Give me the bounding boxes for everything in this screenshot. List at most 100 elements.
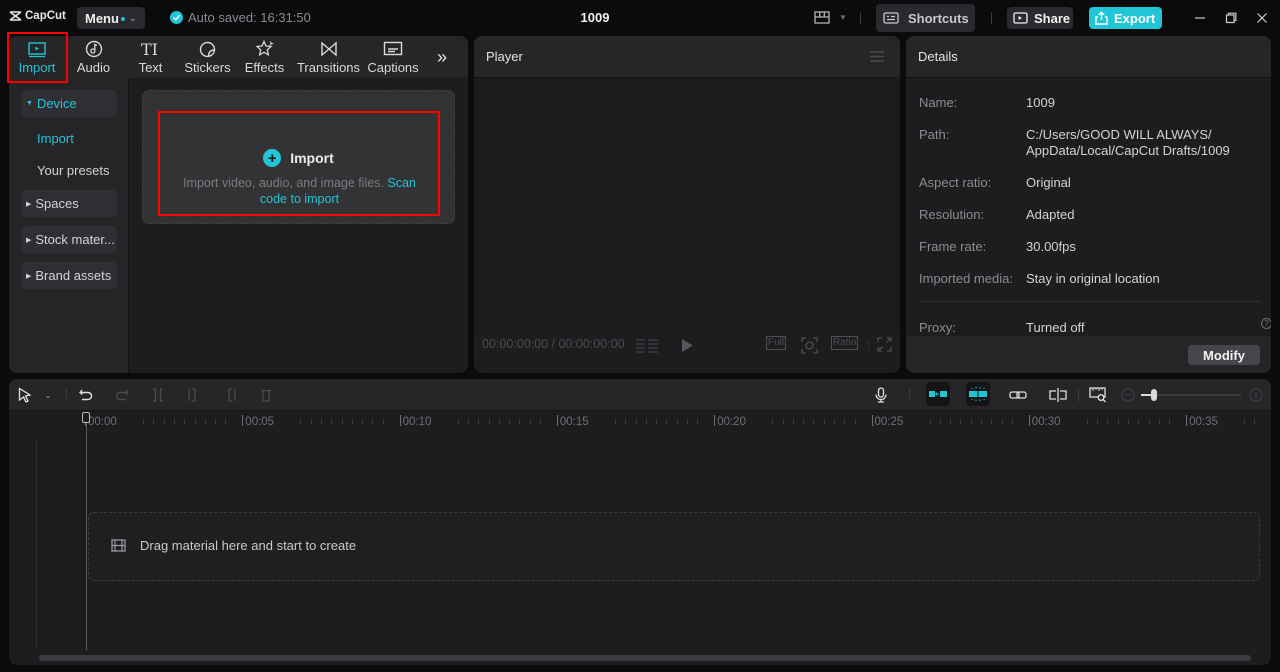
tab-import[interactable]: Import <box>9 36 65 78</box>
timeline-zoom-fit-icon <box>1089 387 1106 403</box>
export-button[interactable]: Export <box>1089 7 1162 29</box>
detail-label: Aspect ratio: <box>919 175 992 190</box>
tab-label: Audio <box>76 60 111 75</box>
redo-button[interactable] <box>113 386 131 404</box>
ruler-minor-tick <box>163 419 165 424</box>
fullscreen-icon[interactable] <box>877 337 892 352</box>
menu-button[interactable]: Menu ⌄ <box>77 7 145 29</box>
more-tabs-button[interactable]: » <box>422 36 462 78</box>
hamburger-menu-icon[interactable] <box>870 51 884 62</box>
layout-button[interactable]: ▼ <box>814 11 847 24</box>
share-button[interactable]: Share <box>1007 7 1073 29</box>
close-button[interactable] <box>1253 9 1271 27</box>
subnav-spaces[interactable]: ▶ Spaces <box>21 190 117 217</box>
delete-left-button[interactable] <box>185 386 203 404</box>
ruler-minor-tick <box>782 419 784 424</box>
share-video-icon <box>1013 11 1028 24</box>
ruler-tick-label: 00:25 <box>872 415 904 428</box>
subnav-item-import[interactable]: Import <box>37 131 74 146</box>
record-audio-button[interactable] <box>872 386 890 404</box>
ruler-minor-tick <box>666 419 668 424</box>
close-icon <box>1257 13 1267 23</box>
detail-row-resolution: Resolution: Adapted <box>919 207 1256 223</box>
ruler-minor-tick <box>1138 419 1140 424</box>
player-canvas <box>474 78 900 333</box>
tab-effects[interactable]: Effects <box>236 36 293 78</box>
detail-label: Resolution: <box>919 207 985 222</box>
timeline-grid-icon[interactable] <box>636 338 658 354</box>
timeline-zoom-slider[interactable] <box>1141 389 1241 401</box>
main-track-magnet-toggle[interactable] <box>926 382 950 406</box>
ruler-minor-tick <box>645 419 647 424</box>
divider <box>860 12 861 24</box>
tab-captions[interactable]: Captions <box>364 36 422 78</box>
chevron-down-icon: ▼ <box>839 13 847 22</box>
ruler-minor-tick <box>362 419 364 424</box>
zoom-to-fit-button[interactable] <box>1089 386 1107 404</box>
caret-down-icon: ▼ <box>26 100 33 107</box>
layout-icon <box>814 11 830 24</box>
detail-row-frame-rate: Frame rate: 30.00fps <box>919 239 1256 255</box>
ruler-minor-tick <box>834 419 835 424</box>
maximize-button[interactable] <box>1222 9 1240 27</box>
zoom-in-button[interactable] <box>1247 386 1265 404</box>
import-dropzone[interactable]: + Import Import video, audio, and image … <box>142 90 455 224</box>
auto-snap-toggle[interactable] <box>966 382 990 406</box>
subnav-item-your-presets[interactable]: Your presets <box>37 163 110 178</box>
ruler-minor-tick <box>215 419 217 424</box>
ruler-minor-tick <box>981 419 982 424</box>
timecode: 00:00:00:00 / 00:00:00:00 <box>482 337 625 351</box>
ruler-minor-tick <box>813 419 815 424</box>
media-tabs: Import Audio TI Text Stickers Effects Tr… <box>9 36 468 78</box>
select-tool-button[interactable] <box>16 386 34 404</box>
ruler-minor-tick <box>687 419 688 424</box>
horizontal-scrollbar[interactable] <box>39 655 1251 661</box>
share-label: Share <box>1034 10 1071 26</box>
help-icon[interactable]: ? <box>1261 318 1271 329</box>
ruler-minor-tick <box>1097 419 1099 424</box>
tab-label: Import <box>18 60 56 75</box>
full-quality-button[interactable]: Full <box>766 336 787 350</box>
ruler-minor-tick <box>792 419 794 424</box>
undo-button[interactable] <box>77 386 95 404</box>
timeline-ruler[interactable]: 00:00 00:05 00:10 00:15 00:20 00:25 00:30 00:35 <box>9 411 1271 433</box>
tab-transitions[interactable]: Transitions <box>293 36 364 78</box>
timeline-drop-zone[interactable]: Drag material here and start to create <box>88 512 1260 581</box>
playhead-line[interactable] <box>86 414 87 650</box>
ratio-button[interactable]: Ratio <box>831 336 859 350</box>
modify-button[interactable]: Modify <box>1188 345 1260 365</box>
zoom-out-button[interactable] <box>1119 386 1137 404</box>
ruler-minor-tick <box>529 419 531 424</box>
details-footer: Modify <box>906 336 1271 373</box>
detail-value: Turned off <box>1026 320 1085 335</box>
ruler-minor-tick <box>656 419 658 424</box>
play-icon[interactable] <box>682 339 693 352</box>
timecode-current: 00:00:00:00 <box>482 337 549 351</box>
delete-button[interactable] <box>257 386 275 404</box>
tab-text[interactable]: TI Text <box>122 36 179 78</box>
ruler-minor-tick <box>772 419 774 424</box>
delete-right-button[interactable] <box>221 386 239 404</box>
zoom-preview-icon[interactable] <box>801 337 818 354</box>
tab-audio[interactable]: Audio <box>65 36 122 78</box>
ruler-minor-tick <box>697 419 699 424</box>
minimize-button[interactable] <box>1191 9 1209 27</box>
split-button[interactable] <box>149 386 167 404</box>
link-button[interactable] <box>1009 386 1027 404</box>
menu-label: Menu <box>85 10 119 26</box>
shortcuts-button[interactable]: Shortcuts <box>876 4 975 32</box>
details-panel: Details Name: 1009 Path: C:/Users/GOOD W… <box>906 36 1271 373</box>
playhead-handle[interactable] <box>82 412 90 423</box>
zoom-slider-handle[interactable] <box>1151 389 1157 401</box>
subnav-stock-material[interactable]: ▶ Stock mater... <box>21 226 117 253</box>
import-button[interactable]: + Import <box>143 149 454 167</box>
preview-axis-button[interactable] <box>1049 386 1067 404</box>
trim-left-icon <box>188 388 196 402</box>
subnav-device[interactable]: ▼ Device <box>21 90 117 117</box>
tab-stickers[interactable]: Stickers <box>179 36 236 78</box>
divider <box>919 301 1261 302</box>
captions-icon <box>383 41 403 56</box>
detail-value: C:/Users/GOOD WILL ALWAYS/ AppData/Local… <box>1026 127 1230 158</box>
subnav-brand-assets[interactable]: ▶ Brand assets <box>21 262 117 289</box>
select-tool-dropdown[interactable]: ⌄ <box>39 386 57 404</box>
